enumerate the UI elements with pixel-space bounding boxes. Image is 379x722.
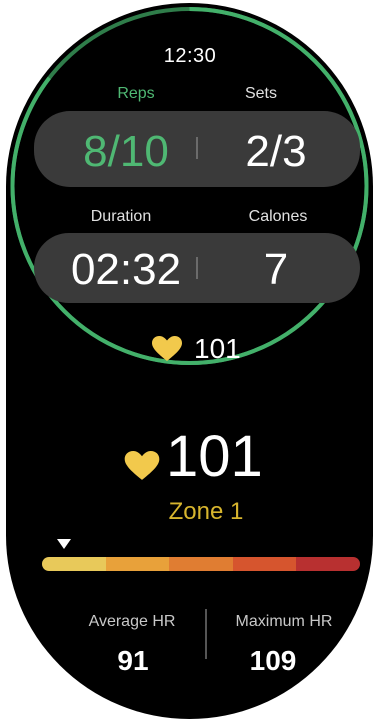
watch-screen: 12:30 Reps Sets 8/10 2/3 Duration Calone… — [6, 3, 373, 719]
zone-segment — [232, 557, 297, 571]
panel-divider — [196, 257, 198, 279]
heart-icon — [124, 451, 160, 486]
zone-segment — [169, 557, 233, 571]
triangle-marker-icon — [57, 539, 72, 549]
zone-segment — [42, 557, 106, 571]
average-hr-value: 91 — [117, 645, 149, 676]
maximum-hr-value: 109 — [249, 645, 297, 676]
heart-rate-zone-bar — [42, 557, 360, 571]
calories-value: 7 — [263, 245, 289, 294]
maximum-hr-label: Maximum HR — [235, 613, 333, 630]
heart-rate-small-value: 101 — [194, 333, 241, 364]
calories-label: Calones — [248, 208, 308, 225]
reps-value: 8/10 — [83, 127, 169, 176]
heart-rate-zone: Zone 1 — [168, 498, 244, 525]
average-hr-label: Average HR — [88, 613, 176, 630]
reps-label: Reps — [117, 85, 155, 102]
zone-segment — [296, 557, 360, 571]
heart-rate-value: 101 — [166, 424, 263, 489]
duration-label: Duration — [90, 208, 152, 225]
status-time: 12:30 — [163, 45, 217, 67]
sets-label: Sets — [244, 85, 277, 102]
sets-value: 2/3 — [245, 127, 307, 176]
duration-value: 02:32 — [70, 245, 182, 294]
zone-segment — [105, 557, 170, 571]
panel-divider — [196, 137, 198, 159]
heart-icon — [152, 336, 182, 367]
